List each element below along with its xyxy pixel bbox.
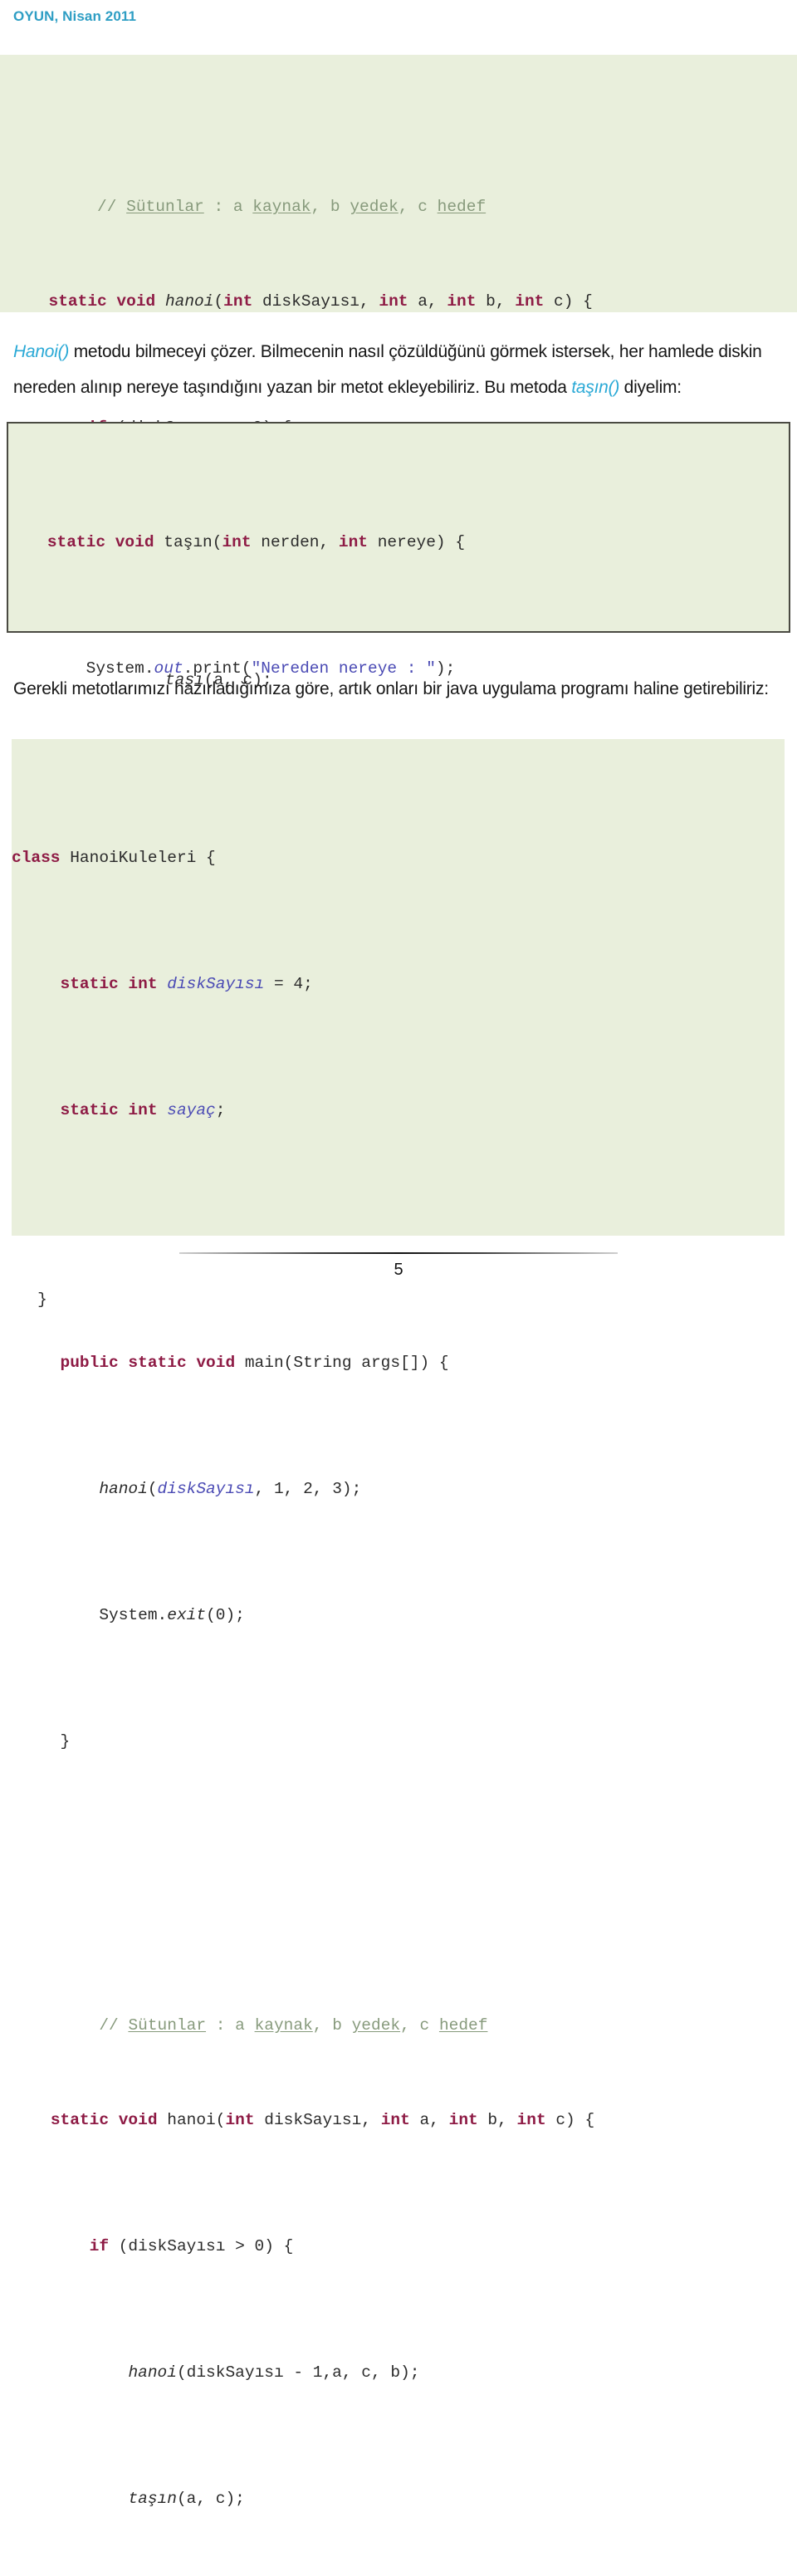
comment-word: hedef <box>437 198 487 216</box>
inline-method-hanoi: Hanoi() <box>13 342 70 361</box>
closing-brace: } <box>37 1290 47 1309</box>
method-name: taşın <box>128 2490 177 2508</box>
code-line: class HanoiKuleleri { <box>12 842 785 874</box>
variable-sayac: sayaç <box>167 1101 216 1119</box>
method-name: hanoi( <box>167 2111 226 2129</box>
code-line: taşın(a, c); <box>128 2490 245 2508</box>
method-name: taşın( <box>164 533 222 551</box>
method-name: main(String args[]) { <box>244 1354 449 1372</box>
code-line: static void taşın(int nerden, int nereye… <box>46 533 466 551</box>
keyword: int <box>222 533 252 551</box>
variable-disksayisi: diskSayısı <box>167 975 265 993</box>
keyword: static void <box>46 533 164 551</box>
keyword: public static void <box>60 1354 245 1372</box>
running-head: OYUN, Nisan 2011 <box>13 8 137 24</box>
code-line: hanoi(diskSayısı - 1,a, c, b); <box>128 2363 420 2382</box>
comment-word: kaynak <box>252 198 311 216</box>
comment-word: kaynak <box>254 2016 313 2035</box>
inline-method-tasin: taşın() <box>571 378 620 397</box>
code-line: // Sütunlar : a kaynak, b yedek, c hedef <box>12 1978 785 2035</box>
page-number: 5 <box>394 1261 403 1279</box>
code-line: static void hanoi(int diskSayısı, int a,… <box>48 292 593 311</box>
keyword: int <box>338 533 369 551</box>
code-block-hanoikuleleri-class: class HanoiKuleleri { static int diskSay… <box>12 739 785 2508</box>
class-name: HanoiKuleleri { <box>60 849 216 867</box>
code-line: hanoi(diskSayısı, 1, 2, 3); <box>99 1480 362 1498</box>
code-line: // Sütunlar : a kaynak, b yedek, c hedef <box>0 159 797 216</box>
code-line: static void hanoi(int diskSayısı, int a,… <box>50 2111 595 2129</box>
paragraph-text: diyelim: <box>619 378 682 397</box>
keyword: int <box>223 292 253 311</box>
closing-brace: } <box>60 1732 71 1751</box>
keyword: int <box>447 292 477 311</box>
keyword: int <box>380 2111 410 2129</box>
keyword: int <box>515 292 545 311</box>
footer-divider <box>179 1252 618 1254</box>
method-name: hanoi <box>99 1480 148 1498</box>
keyword: class <box>12 849 61 867</box>
keyword: int <box>225 2111 255 2129</box>
comment-word: Sütunlar <box>126 198 204 216</box>
comment-word: hedef <box>438 2016 488 2035</box>
keyword: if <box>89 2237 110 2255</box>
code-line: System.exit(0); <box>99 1606 245 1624</box>
method-name: hanoi <box>128 2363 177 2382</box>
keyword: static int <box>60 975 168 993</box>
paragraph-program-intro: Gerekli metotlarımızı hazırladığımıza gö… <box>13 679 769 698</box>
code-comment: // Sütunlar : a kaynak, b yedek, c hedef <box>97 198 487 216</box>
keyword: int <box>448 2111 478 2129</box>
code-line: public static void main(String args[]) { <box>12 1347 785 1379</box>
code-line: static int sayaç; <box>60 1101 226 1119</box>
comment-word: yedek <box>351 2016 401 2035</box>
method-name: hanoi <box>164 292 214 311</box>
code-comment: // Sütunlar : a kaynak, b yedek, c hedef <box>99 2016 488 2035</box>
code-line: } <box>12 1726 785 1757</box>
comment-word: Sütunlar <box>128 2016 207 2035</box>
keyword: static int <box>60 1101 168 1119</box>
code-line: static int diskSayısı = 4; <box>60 975 313 993</box>
code-block-tasin-method: static void taşın(int nerden, int nereye… <box>7 422 790 1309</box>
code-block-hanoi-method: // Sütunlar : a kaynak, b yedek, c hedef… <box>0 55 797 1068</box>
code-line: if (diskSayısı > 0) { <box>89 2237 294 2255</box>
keyword: int <box>516 2111 546 2129</box>
keyword: static void <box>48 292 165 311</box>
paragraph-hanoi-explanation: Hanoi() metodu bilmeceyi çözer. Bilmecen… <box>13 334 784 405</box>
variable-disksayisi: diskSayısı <box>157 1480 255 1498</box>
keyword: int <box>379 292 408 311</box>
comment-word: yedek <box>350 198 398 216</box>
keyword: static void <box>50 2111 168 2129</box>
method-exit: exit <box>167 1606 207 1624</box>
code-line: } <box>8 1284 789 1315</box>
